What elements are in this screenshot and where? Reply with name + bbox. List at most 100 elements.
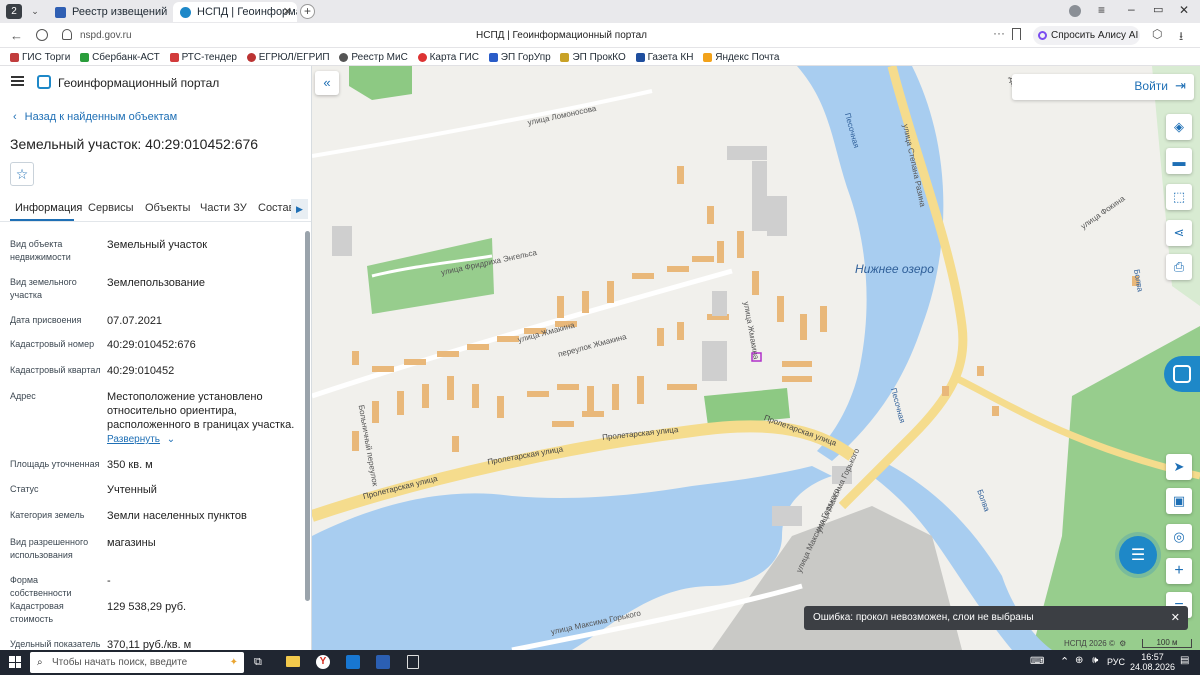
- windows-taskbar: ⌕ Чтобы начать поиск, введите ✦ ⧉ Y ⌨ ⌃ …: [0, 650, 1200, 675]
- tabs-divider: [0, 221, 311, 222]
- mail-icon: [703, 52, 713, 62]
- explorer-icon[interactable]: [286, 656, 300, 667]
- bookmark-ep-prokko[interactable]: ЭП ПрокКО: [560, 48, 626, 66]
- tray-chevron-up-icon[interactable]: ⌃: [1060, 655, 1069, 668]
- tray-volume-icon[interactable]: 🕪: [1092, 655, 1098, 666]
- login-button[interactable]: Войти: [1134, 79, 1168, 93]
- chat-button[interactable]: ☰: [1119, 536, 1157, 574]
- notifications-icon[interactable]: ▤: [1180, 655, 1189, 666]
- layers-icon: ◈: [1174, 119, 1184, 134]
- hamburger-menu-icon[interactable]: [11, 76, 24, 86]
- search-place-button[interactable]: ◎: [1166, 524, 1192, 550]
- more-icon[interactable]: ···: [993, 26, 1005, 40]
- outlook-icon[interactable]: [346, 655, 360, 669]
- new-tab-button[interactable]: +: [300, 4, 315, 19]
- tab-registry[interactable]: Реестр извещений: [48, 2, 168, 22]
- tab-composition[interactable]: Состав: [258, 202, 294, 214]
- plus-icon: +: [1174, 562, 1184, 579]
- back-to-results-link[interactable]: ‹ Назад к найденным объектам: [13, 111, 177, 123]
- map-view[interactable]: улица Ломоносова улица Фридриха Энгельса…: [312, 66, 1200, 650]
- basemap-button[interactable]: ▣: [1166, 488, 1192, 514]
- close-icon[interactable]: ✕: [1171, 606, 1180, 630]
- bookmark-rts-tender[interactable]: РТС-тендер: [169, 48, 237, 66]
- bookmark-egrul[interactable]: ЕГРЮЛ/ЕГРИП: [246, 48, 330, 66]
- profile-avatar[interactable]: [1069, 5, 1081, 17]
- close-window-icon[interactable]: ✕: [1179, 3, 1189, 17]
- word-icon[interactable]: [376, 655, 390, 669]
- alice-button[interactable]: Спросить Алису AI: [1033, 26, 1140, 45]
- tray-clock[interactable]: 16:57 24.08.2026: [1130, 652, 1175, 672]
- tab-title: Реестр извещений: [72, 6, 168, 18]
- layers-button[interactable]: ◈: [1166, 114, 1192, 140]
- yandex-shield-icon[interactable]: [36, 29, 48, 41]
- tray-keyboard-icon[interactable]: ⌨: [1030, 656, 1044, 667]
- tabs-scroll-right-button[interactable]: ▶: [291, 199, 308, 219]
- task-view-icon[interactable]: ⧉: [254, 656, 262, 669]
- windows-start-icon[interactable]: [9, 656, 21, 668]
- nspd-icon: [180, 7, 191, 18]
- locate-button[interactable]: ➤: [1166, 454, 1192, 480]
- bookmark-ep-gorupr[interactable]: ЭП ГорУпр: [488, 48, 551, 66]
- print-button[interactable]: ⎙: [1166, 254, 1192, 280]
- portal-title: Геоинформационный портал: [58, 76, 220, 90]
- park-area: [367, 238, 494, 314]
- object-info-panel: Геоинформационный портал ‹ Назад к найден…: [0, 66, 312, 650]
- bookmark-reestr-mis[interactable]: Реестр МиС: [339, 48, 408, 66]
- panel-scrollbar[interactable]: [305, 231, 310, 601]
- green-field: [349, 66, 412, 100]
- bookmark-yandex-mail[interactable]: Яндекс Почта: [703, 48, 779, 66]
- expand-address-link[interactable]: Развернуть ⌄: [107, 434, 175, 445]
- extensions-icon[interactable]: ⬡: [1152, 27, 1162, 41]
- page-title: НСПД | Геоинформационный портал: [476, 30, 647, 41]
- sberbank-icon: [80, 52, 90, 62]
- egrul-icon: [246, 52, 256, 62]
- map-pin-icon: [417, 52, 427, 62]
- tab-zu-parts[interactable]: Части ЗУ: [200, 202, 247, 214]
- calculator-icon[interactable]: [407, 655, 419, 669]
- zoom-in-button[interactable]: +: [1166, 558, 1192, 584]
- bookmark-icon[interactable]: [1012, 28, 1021, 40]
- tab-objects[interactable]: Объекты: [145, 202, 190, 214]
- url-text[interactable]: nspd.gov.ru: [80, 30, 132, 41]
- tray-network-icon[interactable]: ⊕: [1075, 655, 1083, 666]
- ruler-button[interactable]: ▬: [1166, 148, 1192, 174]
- tab-nspd[interactable]: НСПД | Геоинформаци ✕: [173, 2, 297, 22]
- bookmark-sberbank-ast[interactable]: Сбербанк-АСТ: [80, 48, 160, 66]
- download-icon[interactable]: ⭳: [1179, 27, 1183, 48]
- scale-bar: 100 м: [1142, 639, 1192, 648]
- object-title: Земельный участок: 40:29:010452:676: [10, 136, 259, 152]
- registry-icon: [55, 7, 66, 18]
- prokko-icon: [560, 52, 570, 62]
- chat-icon: ☰: [1130, 547, 1146, 564]
- bookmark-gis-torgi[interactable]: ГИС Торги: [10, 48, 70, 66]
- bookmark-gazeta-kn[interactable]: Газета КН: [635, 48, 693, 66]
- catalog-button[interactable]: [1164, 356, 1200, 392]
- share-button[interactable]: ⋖: [1166, 220, 1192, 246]
- bookmark-karta-gis[interactable]: Карта ГИС: [417, 48, 479, 66]
- tab-counter[interactable]: 2: [6, 4, 22, 19]
- globe-icon: [339, 52, 349, 62]
- minimize-icon[interactable]: –: [1128, 2, 1135, 16]
- road-lomonosova: [312, 89, 653, 158]
- location-arrow-icon: ➤: [1173, 459, 1185, 474]
- ep-icon: [488, 52, 498, 62]
- chevron-down-icon[interactable]: ⌄: [27, 4, 43, 19]
- yandex-browser-icon[interactable]: Y: [316, 655, 330, 669]
- address-bar: ← nspd.gov.ru НСПД | Геоинформационный п…: [0, 23, 1200, 48]
- portal-logo-icon: [37, 75, 51, 89]
- login-icon[interactable]: ⇥: [1175, 78, 1186, 94]
- tab-services[interactable]: Сервисы: [88, 202, 134, 214]
- collapse-panel-button[interactable]: «: [315, 71, 339, 95]
- taskbar-search-input[interactable]: ⌕ Чтобы начать поиск, введите ✦: [30, 652, 244, 673]
- select-area-button[interactable]: ⬚: [1166, 184, 1192, 210]
- menu-icon[interactable]: ≡: [1098, 3, 1105, 17]
- tab-info[interactable]: Информация: [15, 202, 82, 214]
- close-icon[interactable]: ✕: [283, 2, 292, 22]
- favorite-button[interactable]: ☆: [10, 162, 34, 186]
- search-icon: ⌕: [37, 657, 43, 668]
- chevron-left-icon: ‹: [13, 111, 17, 123]
- tray-language[interactable]: РУС: [1107, 657, 1125, 667]
- settings-icon[interactable]: ⚙: [1119, 639, 1126, 648]
- back-arrow-icon[interactable]: ←: [10, 28, 23, 43]
- maximize-icon[interactable]: ▭: [1153, 3, 1163, 16]
